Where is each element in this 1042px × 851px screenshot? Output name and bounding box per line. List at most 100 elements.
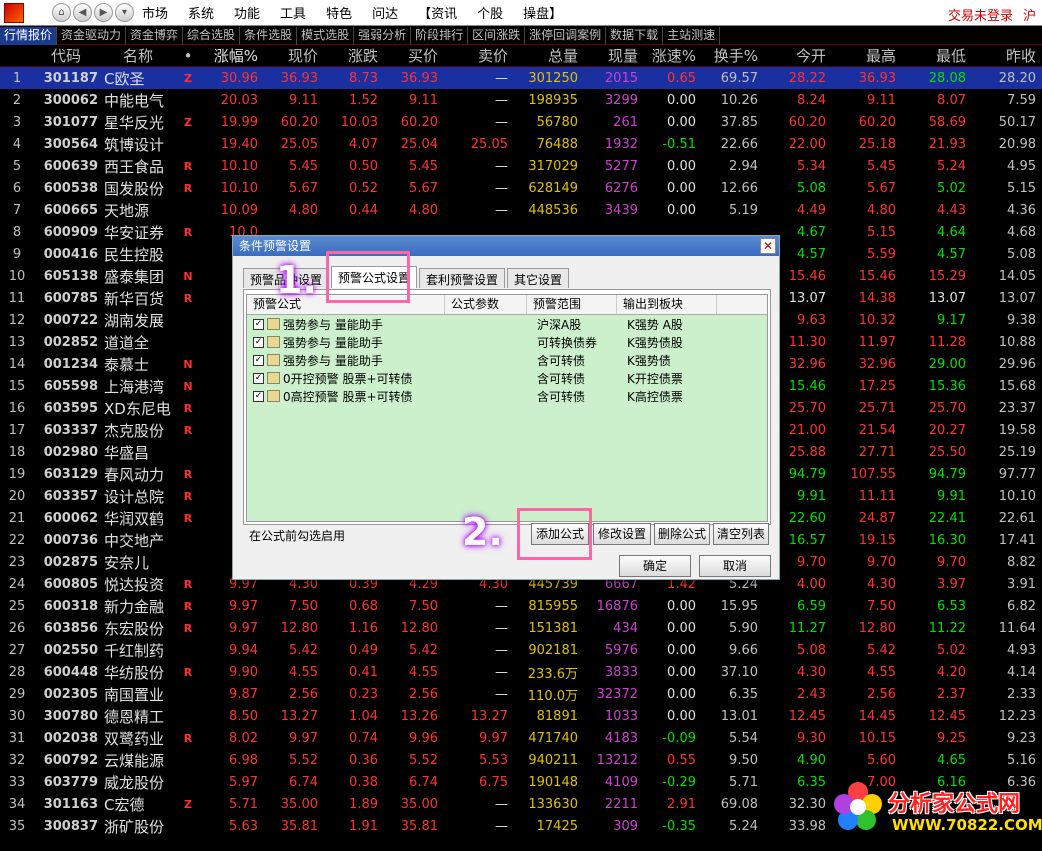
- checkbox-icon[interactable]: ✓: [253, 354, 264, 366]
- cell-high: 12.80: [858, 620, 896, 636]
- formula-list[interactable]: 预警公式 公式参数 预警范围 输出到板块 ✓ 强势参与 量能助手 沪深A股 K强势 A…: [246, 294, 768, 522]
- cell-code: 000416: [43, 246, 98, 262]
- cell-code: 300564: [43, 136, 98, 152]
- col-code[interactable]: 代码: [34, 45, 98, 66]
- cell-low: 3.97: [937, 576, 966, 592]
- list-col-param[interactable]: 公式参数: [445, 295, 527, 314]
- table-row[interactable]: 5 600639 西王食品 R 10.10 5.45 0.50 5.45 — 317029 5277…: [0, 155, 1042, 177]
- tab-fund-drive[interactable]: 资金驱动力: [57, 27, 127, 45]
- menu-features[interactable]: 特色: [326, 3, 352, 22]
- menu-stock[interactable]: 个股: [477, 3, 503, 22]
- menu-tools[interactable]: 工具: [280, 3, 306, 22]
- table-row[interactable]: 1 301187 C欧圣 Z 30.96 36.93 8.73 36.93 — 301250 201…: [0, 67, 1042, 89]
- checkbox-icon[interactable]: ✓: [253, 336, 264, 348]
- cell-high: 32.96: [858, 356, 896, 372]
- col-pct[interactable]: 涨幅%: [198, 45, 258, 66]
- tab-range-change[interactable]: 区间涨跌: [468, 27, 526, 45]
- tab-other-settings[interactable]: 其它设置: [507, 268, 570, 288]
- cell-high: 60.20: [858, 114, 896, 130]
- tab-arbitrage-settings[interactable]: 套利预警设置: [419, 268, 506, 288]
- table-row[interactable]: 31 002038 双鹭药业 R 8.02 9.97 0.74 9.96 9.97 471740 4…: [0, 727, 1042, 749]
- cell-code: 600448: [43, 664, 98, 680]
- table-row[interactable]: 29 002305 南国置业 9.87 2.56 0.23 2.56 — 110.0万 32372…: [0, 683, 1042, 705]
- col-high[interactable]: 最高: [826, 45, 896, 66]
- cell-name: 双鹭药业: [104, 729, 165, 748]
- table-row[interactable]: 30 300780 德恩精工 8.50 13.27 1.04 13.26 13.27 81891…: [0, 705, 1042, 727]
- list-col-range[interactable]: 预警范围: [527, 295, 617, 314]
- menu-wenda[interactable]: 问达: [372, 3, 398, 22]
- flower-icon: [834, 782, 882, 830]
- table-row[interactable]: 2 300062 中能电气 20.03 9.11 1.52 9.11 — 198935 3299 0…: [0, 89, 1042, 111]
- menu-system[interactable]: 系统: [188, 3, 214, 22]
- formula-item[interactable]: ✓ 强势参与 量能助手 含可转债 K强势债: [247, 351, 767, 369]
- col-speed[interactable]: 涨速%: [638, 45, 696, 66]
- col-name[interactable]: 名称: [98, 45, 178, 66]
- table-row[interactable]: 28 600448 华纺股份 R 9.90 4.55 0.41 4.55 — 233.6万 3833…: [0, 661, 1042, 683]
- dialog-title-bar[interactable]: 条件预警设置 ✕: [233, 236, 779, 256]
- close-icon[interactable]: ✕: [760, 238, 776, 254]
- clear-list-button[interactable]: 清空列表: [713, 523, 769, 545]
- col-change[interactable]: 涨跌: [318, 45, 378, 66]
- cell-close: 4.95: [1007, 158, 1036, 174]
- modify-settings-button[interactable]: 修改设置: [593, 523, 651, 545]
- col-volume[interactable]: 总量: [508, 45, 578, 66]
- col-low[interactable]: 最低: [896, 45, 966, 66]
- menu-function[interactable]: 功能: [234, 3, 260, 22]
- table-row[interactable]: 25 600318 新力金融 R 9.97 7.50 0.68 7.50 — 815955 1687…: [0, 595, 1042, 617]
- tab-data-download[interactable]: 数据下载: [606, 27, 664, 45]
- back-icon[interactable]: ◀: [73, 3, 92, 22]
- formula-item[interactable]: ✓ 强势参与 量能助手 可转换债券 K强势债股: [247, 333, 767, 351]
- dropdown-icon[interactable]: ▾: [115, 3, 134, 22]
- col-close[interactable]: 昨收: [966, 45, 1036, 66]
- cancel-button[interactable]: 取消: [699, 555, 771, 577]
- forward-icon[interactable]: ▶: [94, 3, 113, 22]
- table-row[interactable]: 6 600538 国发股份 R 10.10 5.67 0.52 5.67 — 628149 6276…: [0, 177, 1042, 199]
- cell-high: 36.93: [858, 70, 896, 86]
- col-bid[interactable]: 买价: [378, 45, 438, 66]
- col-price[interactable]: 现价: [258, 45, 318, 66]
- col-turnover[interactable]: 换手%: [696, 45, 758, 66]
- col-ask[interactable]: 卖价: [438, 45, 508, 66]
- cell-bid: 5.45: [409, 158, 438, 174]
- highlight-formula-tab: [326, 251, 410, 303]
- table-row[interactable]: 26 603856 东宏股份 R 9.97 12.80 1.16 12.80 — 151381 43…: [0, 617, 1042, 639]
- list-col-output[interactable]: 输出到板块: [617, 295, 717, 314]
- tab-strength-analysis[interactable]: 强弱分析: [354, 27, 412, 45]
- cell-low: 15.36: [928, 378, 966, 394]
- tab-fund-game[interactable]: 资金博弈: [126, 27, 184, 45]
- tab-quotes[interactable]: 行情报价: [0, 27, 58, 45]
- col-cur-vol[interactable]: 现量: [578, 45, 638, 66]
- menu-news[interactable]: 【资讯: [418, 3, 457, 22]
- table-row[interactable]: 4 300564 筑博设计 19.40 25.05 4.07 25.04 25.05 76488…: [0, 133, 1042, 155]
- cell-turn: 22.66: [720, 136, 758, 152]
- menu-trade[interactable]: 操盘】: [523, 3, 562, 22]
- formula-item[interactable]: ✓ 0开控预警 股票+可转债 含可转债 K开控债票: [247, 369, 767, 387]
- formula-range: 可转换债券: [537, 335, 598, 350]
- table-row[interactable]: 32 600792 云煤能源 6.98 5.52 0.36 5.52 5.53 940211 13…: [0, 749, 1042, 771]
- cell-bid: 9.96: [409, 730, 438, 746]
- home-icon[interactable]: ⌂: [52, 3, 71, 22]
- tab-speed-test[interactable]: 主站测速: [663, 27, 721, 45]
- checkbox-icon[interactable]: ✓: [253, 390, 264, 402]
- menu-market[interactable]: 市场: [142, 3, 168, 22]
- table-row[interactable]: 3 301077 星华反光 Z 19.99 60.20 10.03 60.20 — 56780 26…: [0, 111, 1042, 133]
- cell-code: 300837: [43, 818, 98, 834]
- cell-price: 35.81: [280, 818, 318, 834]
- checkbox-icon[interactable]: ✓: [253, 372, 264, 384]
- delete-formula-button[interactable]: 删除公式: [654, 523, 710, 545]
- login-status[interactable]: 交易未登录: [948, 5, 1013, 24]
- table-row[interactable]: 27 002550 千红制药 9.94 5.42 0.49 5.42 — 902181 5976 0…: [0, 639, 1042, 661]
- tab-limit-cases[interactable]: 涨停回调案例: [525, 27, 607, 45]
- checkbox-icon[interactable]: ✓: [253, 318, 264, 330]
- formula-item[interactable]: ✓ 强势参与 量能助手 沪深A股 K强势 A股: [247, 315, 767, 333]
- tab-pattern-select[interactable]: 模式选股: [297, 27, 355, 45]
- tab-condition-select[interactable]: 条件选股: [240, 27, 298, 45]
- formula-item[interactable]: ✓ 0高控预警 股票+可转债 含可转债 K高控债票: [247, 387, 767, 405]
- col-open[interactable]: 今开: [758, 45, 826, 66]
- tab-stage-ranking[interactable]: 阶段排行: [411, 27, 469, 45]
- ok-button[interactable]: 确定: [619, 555, 691, 577]
- cell-i: 12: [8, 312, 26, 328]
- cell-spd: 0.00: [667, 92, 696, 108]
- tab-composite-select[interactable]: 综合选股: [183, 27, 241, 45]
- table-row[interactable]: 7 600665 天地源 10.09 4.80 0.44 4.80 — 448536 3439 0.…: [0, 199, 1042, 221]
